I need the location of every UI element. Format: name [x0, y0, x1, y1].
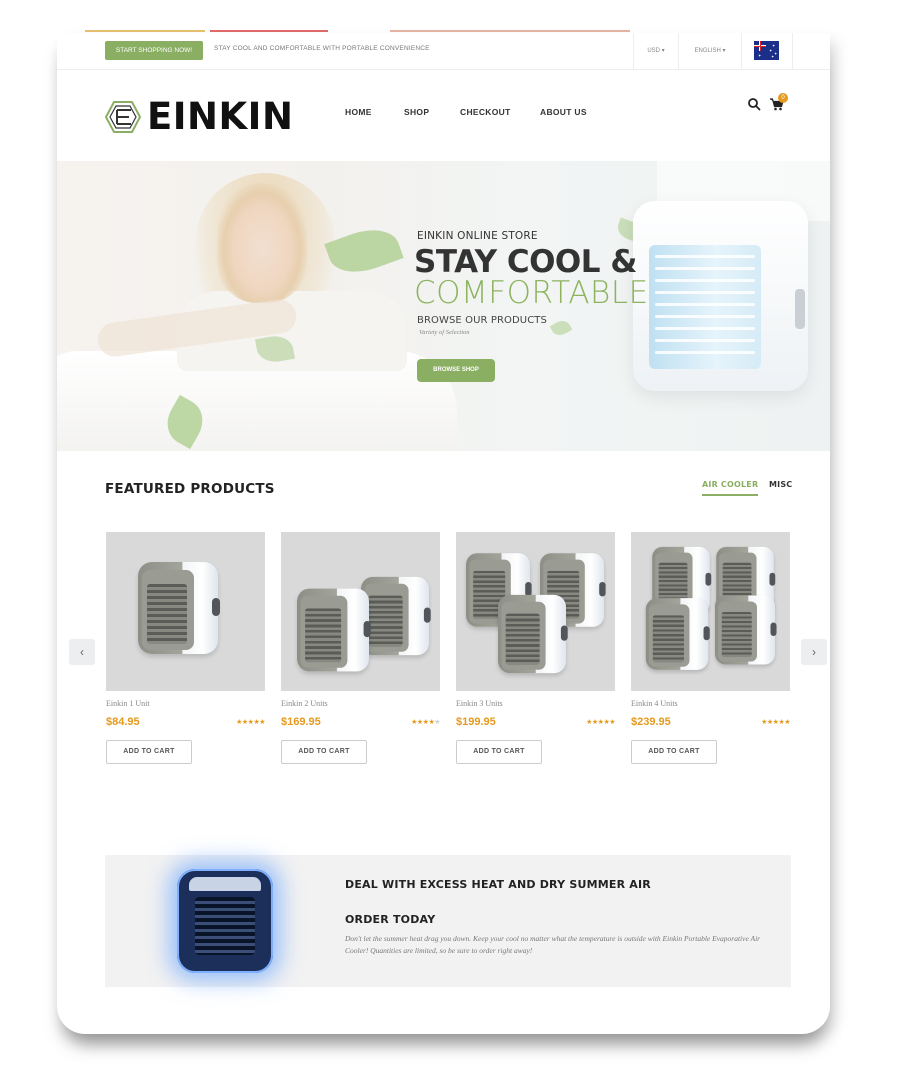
- hero-woman-face: [217, 183, 307, 303]
- deal-description: Don't let the summer heat drag you down.…: [345, 934, 761, 955]
- carousel-prev-button[interactable]: ‹: [69, 639, 95, 665]
- product-card[interactable]: Einkin 2 Units $169.95 ★★★★★ ADD TO CART: [281, 532, 441, 764]
- hero-title-line2: COMFORTABLE: [414, 275, 649, 311]
- top-tagline: STAY COOL AND COMFORTABLE WITH PORTABLE …: [214, 45, 430, 52]
- product-price: $169.95: [281, 716, 321, 728]
- deal-heading: DEAL WITH EXCESS HEAT AND DRY SUMMER AIR: [345, 878, 651, 891]
- star-rating: ★★★★★: [586, 719, 615, 726]
- hero-subtitle: BROWSE OUR PRODUCTS: [417, 315, 547, 326]
- product-image[interactable]: [281, 532, 440, 691]
- browser-page: START SHOPPING NOW! STAY COOL AND COMFOR…: [57, 33, 830, 1034]
- hero-air-cooler-image: [633, 201, 808, 391]
- product-price: $199.95: [456, 716, 496, 728]
- product-name[interactable]: Einkin 3 Units: [456, 699, 616, 708]
- hero-banner: EINKIN ONLINE STORE STAY COOL & COMFORTA…: [57, 161, 830, 451]
- currency-select[interactable]: USD ▾: [633, 33, 678, 69]
- product-name[interactable]: Einkin 1 Unit: [106, 699, 266, 708]
- glowing-cooler-image: [177, 869, 273, 973]
- browse-shop-button[interactable]: BROWSE SHOP: [417, 359, 495, 382]
- deal-banner: DEAL WITH EXCESS HEAT AND DRY SUMMER AIR…: [105, 855, 791, 987]
- nav-checkout[interactable]: CHECKOUT: [460, 107, 511, 117]
- language-select[interactable]: ENGLISH ▾: [678, 33, 741, 69]
- product-price: $84.95: [106, 716, 140, 728]
- logo-mark-icon: [105, 101, 141, 133]
- leaf-decoration: [549, 317, 573, 339]
- tab-misc[interactable]: MISC: [769, 480, 792, 489]
- star-rating: ★★★★★: [761, 719, 790, 726]
- search-icon[interactable]: [747, 97, 761, 111]
- australia-flag-icon: ✦ ✦ ✦ ✦ ✦: [754, 41, 779, 60]
- site-logo[interactable]: EINKIN: [105, 97, 295, 137]
- product-image[interactable]: [631, 532, 790, 691]
- tab-air-cooler[interactable]: AIR COOLER: [702, 480, 759, 496]
- product-image[interactable]: [106, 532, 265, 691]
- carousel-next-button[interactable]: ›: [801, 639, 827, 665]
- star-rating: ★★★★★: [411, 719, 440, 726]
- add-to-cart-button[interactable]: ADD TO CART: [281, 740, 367, 764]
- logo-text: EINKIN: [147, 95, 294, 138]
- hero-note: Variety of Selection: [419, 329, 470, 336]
- nav-home[interactable]: HOME: [345, 107, 372, 117]
- product-card[interactable]: Einkin 4 Units $239.95 ★★★★★ ADD TO CART: [631, 532, 791, 764]
- star-rating: ★★★★★: [236, 719, 265, 726]
- product-price: $239.95: [631, 716, 671, 728]
- top-bar: START SHOPPING NOW! STAY COOL AND COMFOR…: [57, 33, 830, 70]
- product-name[interactable]: Einkin 4 Units: [631, 699, 791, 708]
- add-to-cart-button[interactable]: ADD TO CART: [106, 740, 192, 764]
- add-to-cart-button[interactable]: ADD TO CART: [631, 740, 717, 764]
- product-card[interactable]: Einkin 1 Unit $84.95 ★★★★★ ADD TO CART: [106, 532, 266, 764]
- product-image[interactable]: [456, 532, 615, 691]
- featured-products-title: FEATURED PRODUCTS: [105, 481, 275, 497]
- country-selector[interactable]: ✦ ✦ ✦ ✦ ✦: [741, 33, 793, 69]
- product-name[interactable]: Einkin 2 Units: [281, 699, 441, 708]
- nav-shop[interactable]: SHOP: [404, 107, 429, 117]
- hero-kicker: EINKIN ONLINE STORE: [417, 230, 538, 242]
- start-shopping-button[interactable]: START SHOPPING NOW!: [105, 41, 203, 60]
- deal-subheading: ORDER TODAY: [345, 913, 436, 926]
- product-card[interactable]: Einkin 3 Units $199.95 ★★★★★ ADD TO CART: [456, 532, 616, 764]
- cart-count-badge: 0: [778, 93, 788, 103]
- add-to-cart-button[interactable]: ADD TO CART: [456, 740, 542, 764]
- leaf-decoration: [324, 220, 404, 282]
- nav-about-us[interactable]: ABOUT US: [540, 107, 587, 117]
